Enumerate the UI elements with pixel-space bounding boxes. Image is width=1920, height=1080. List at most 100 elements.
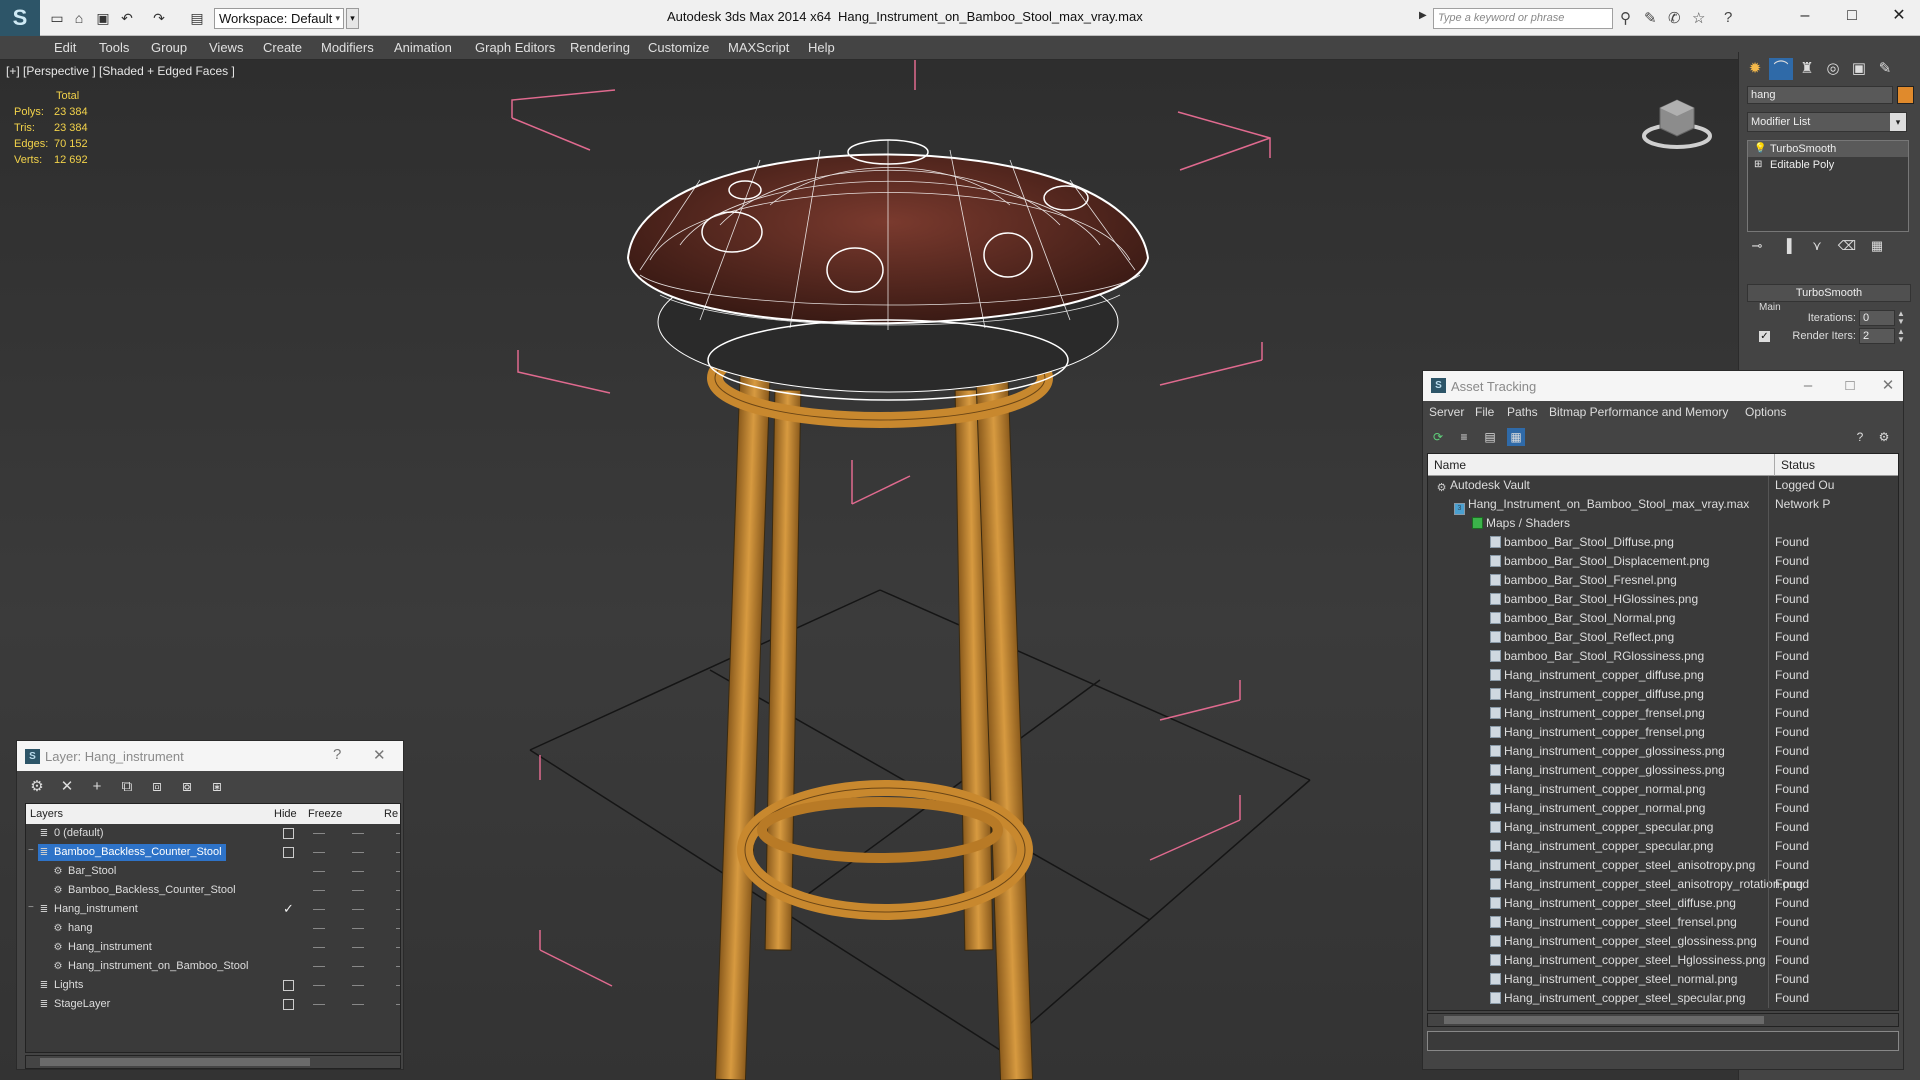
freeze-dash[interactable] [352,852,364,853]
render-iters-input[interactable]: 2 [1859,328,1895,344]
keyword-search-input[interactable]: Type a keyword or phrase [1433,8,1613,29]
table-row[interactable]: Hang_instrument_copper_diffuse.png Found [1428,666,1898,685]
menu-rendering[interactable]: Rendering [570,40,630,55]
hide-toggle[interactable] [283,942,294,953]
remove-modifier-icon[interactable]: ⌫ [1837,238,1857,254]
close-button[interactable]: ✕ [1884,4,1914,28]
render-dash[interactable] [396,985,400,986]
make-unique-icon[interactable]: ⋎ [1807,238,1827,254]
render-dash[interactable] [396,966,400,967]
close-button[interactable]: ✕ [373,746,386,764]
close-button[interactable]: ✕ [1873,375,1903,397]
undo-icon[interactable]: ↶ [118,9,136,27]
scrollbar-thumb[interactable] [1444,1016,1764,1024]
layer-row[interactable]: ≣ StageLayer [26,995,400,1014]
search-expand-icon[interactable]: ▶ [1419,10,1427,21]
render-dash[interactable] [396,928,400,929]
column-layers[interactable]: Layers [30,808,63,820]
freeze-dash[interactable] [352,871,364,872]
layer-horizontal-scrollbar[interactable] [25,1055,401,1069]
table-view-icon[interactable]: ▦ [1507,428,1525,446]
hide-dash[interactable] [313,966,325,967]
table-row[interactable]: Hang_instrument_copper_steel_specular.pn… [1428,989,1898,1008]
menu-customize[interactable]: Customize [648,40,709,55]
table-row[interactable]: Hang_instrument_copper_specular.png Found [1428,837,1898,856]
collapse-icon[interactable]: − [28,902,34,913]
column-hide[interactable]: Hide [274,808,297,820]
minimize-button[interactable]: – [1793,375,1823,397]
list-view-icon[interactable]: ≡ [1455,428,1473,446]
table-row[interactable]: Hang_instrument_copper_steel_anisotropy.… [1428,856,1898,875]
modify-tab-icon[interactable]: ⌒ [1769,58,1793,80]
menu-group[interactable]: Group [151,40,187,55]
redo-icon[interactable]: ↷ [150,9,168,27]
table-row[interactable]: Hang_instrument_copper_steel_glossiness.… [1428,932,1898,951]
select-layer-icon[interactable]: ⧈ [147,778,167,796]
workspace-selector[interactable]: Workspace: Default ▾ [214,8,344,29]
table-row[interactable]: Maps / Shaders [1428,514,1898,533]
utilities-tab-icon[interactable]: ✎ [1873,58,1897,80]
hide-toggle[interactable] [283,828,294,839]
maximize-button[interactable]: □ [1835,375,1865,397]
menu-animation[interactable]: Animation [394,40,452,55]
menu-create[interactable]: Create [263,40,302,55]
hide-dash[interactable] [313,928,325,929]
asset-menu-bitmap-performance[interactable]: Bitmap Performance and Memory [1549,405,1728,419]
display-tab-icon[interactable]: ▣ [1847,58,1871,80]
freeze-dash[interactable] [352,833,364,834]
iterations-spinner[interactable]: ▲ ▼ [1897,310,1905,326]
lightbulb-icon[interactable]: 💡 [1754,141,1766,157]
hierarchy-tab-icon[interactable]: ♜ [1795,58,1819,80]
iterations-input[interactable]: 0 [1859,310,1895,326]
hide-dash[interactable] [313,985,325,986]
asset-menu-options[interactable]: Options [1745,405,1786,419]
menu-graph-editors[interactable]: Graph Editors [475,40,555,55]
freeze-dash[interactable] [352,966,364,967]
hide-toggle[interactable] [283,923,294,934]
hide-toggle[interactable] [283,961,294,972]
render-dash[interactable] [396,852,400,853]
workspace-dropdown-button[interactable]: ▾ [346,8,359,29]
hide-dash[interactable] [313,947,325,948]
table-row[interactable]: Hang_instrument_copper_steel_frensel.png… [1428,913,1898,932]
column-name[interactable]: Name [1434,458,1466,472]
freeze-dash[interactable] [352,985,364,986]
render-dash[interactable] [396,947,400,948]
asset-menu-server[interactable]: Server [1429,405,1464,419]
table-row[interactable]: bamboo_Bar_Stool_Displacement.png Found [1428,552,1898,571]
render-dash[interactable] [396,890,400,891]
binoculars-icon[interactable]: ⚲ [1620,9,1631,27]
table-row[interactable]: bamboo_Bar_Stool_Diffuse.png Found [1428,533,1898,552]
asset-menu-paths[interactable]: Paths [1507,405,1538,419]
project-folder-icon[interactable]: ▤ [188,9,206,27]
delete-layer-icon[interactable]: ✕ [57,778,77,796]
layer-row[interactable]: ⚙ hang [26,919,400,938]
refresh-icon[interactable]: ⟳ [1429,428,1447,446]
hide-toggle[interactable] [283,866,294,877]
layer-row[interactable]: ⚙ Hang_instrument [26,938,400,957]
render-dash[interactable] [396,871,400,872]
detail-view-icon[interactable]: ▤ [1481,428,1499,446]
column-freeze[interactable]: Freeze [308,808,342,820]
menu-tools[interactable]: Tools [99,40,129,55]
layers-icon[interactable]: ⚙ [27,778,47,796]
subscription-icon[interactable]: ✎ [1644,9,1657,27]
table-row[interactable]: 3 Hang_Instrument_on_Bamboo_Stool_max_vra… [1428,495,1898,515]
hide-dash[interactable] [313,871,325,872]
table-row[interactable]: Hang_instrument_copper_steel_normal.png F… [1428,970,1898,989]
hide-toggle[interactable] [283,980,294,991]
pin-stack-icon[interactable]: ⊸ [1747,238,1767,254]
object-color-swatch[interactable] [1897,86,1914,104]
render-dash[interactable] [396,833,400,834]
table-row[interactable]: Hang_instrument_copper_steel_anisotropy_… [1428,875,1898,894]
column-status[interactable]: Status [1774,454,1815,476]
layer-row[interactable]: ⚙ Bamboo_Backless_Counter_Stool [26,881,400,900]
stack-item-turbosmooth[interactable]: 💡 TurboSmooth [1748,141,1908,157]
viewport-label[interactable]: [+] [Perspective ] [Shaded + Edged Faces… [6,64,235,78]
freeze-dash[interactable] [352,928,364,929]
hide-dash[interactable] [313,909,325,910]
expand-plus-icon[interactable]: ⊞ [1754,157,1762,173]
minimize-button[interactable]: – [1790,4,1820,28]
hide-toggle[interactable] [283,999,294,1010]
hide-dash[interactable] [313,890,325,891]
